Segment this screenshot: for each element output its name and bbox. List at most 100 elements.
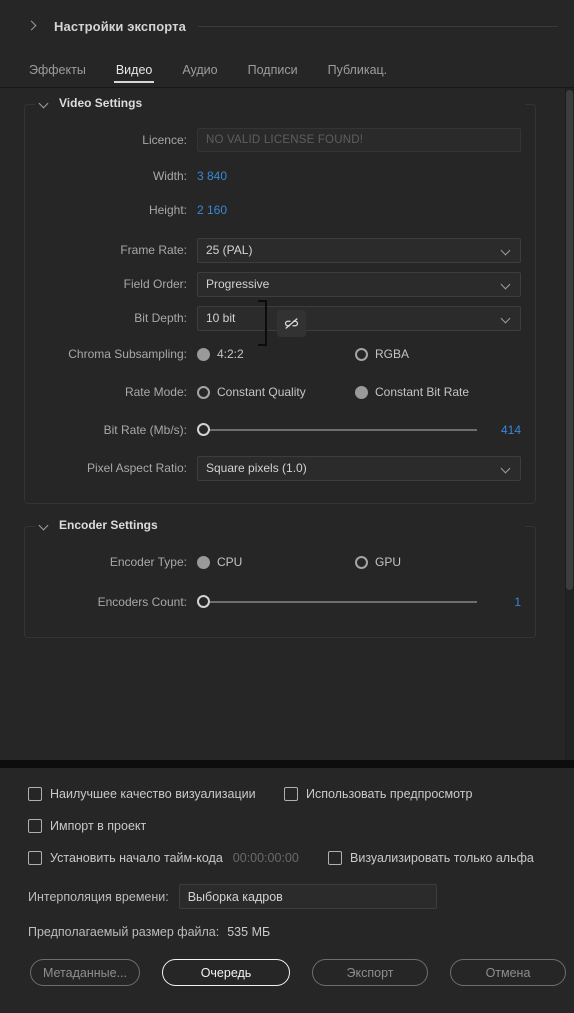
rate-mode-option-constant-quality[interactable]: Constant Quality	[197, 385, 355, 399]
radio-dot-icon	[355, 555, 368, 569]
field-order-row: Field Order: Progressive	[25, 269, 535, 299]
time-interpolation-row: Интерполяция времени: Выборка кадров	[0, 884, 574, 909]
checkbox-render-alpha-only[interactable]: Визуализировать только альфа	[328, 851, 534, 865]
pixel-aspect-ratio-value: Square pixels (1.0)	[206, 461, 307, 475]
chevron-down-icon[interactable]	[37, 97, 50, 110]
chevron-down-icon	[502, 465, 511, 474]
scrollbar-thumb[interactable]	[566, 90, 573, 590]
checkbox-best-render-quality[interactable]: Наилучшее качество визуализации	[28, 787, 284, 801]
bit-rate-label: Bit Rate (Mb/s):	[103, 423, 187, 437]
video-settings-header[interactable]: Video Settings	[35, 96, 525, 110]
radio-dot-icon	[355, 385, 368, 399]
rate-mode-option-constant-quality-label: Constant Quality	[217, 385, 306, 399]
field-order-select[interactable]: Progressive	[197, 271, 521, 297]
rate-mode-label: Rate Mode:	[124, 385, 187, 399]
estimated-file-size-value: 535 МБ	[227, 925, 271, 939]
width-value[interactable]: 3 840	[197, 169, 227, 183]
action-button-row: Метаданные... Очередь Экспорт Отмена	[0, 959, 574, 986]
pixel-aspect-ratio-row: Pixel Aspect Ratio: Square pixels (1.0)	[25, 453, 535, 483]
field-order-value: Progressive	[206, 277, 270, 291]
time-interpolation-value: Выборка кадров	[187, 889, 283, 904]
width-row: Width: 3 840	[25, 159, 535, 193]
time-interpolation-select[interactable]: Выборка кадров	[178, 884, 437, 909]
estimated-file-size-row: Предполагаемый размер файла: 535 МБ	[0, 925, 574, 939]
chevron-down-icon	[502, 247, 511, 256]
video-settings-group: Video Settings Licence: NO VALID LICENSE…	[24, 96, 536, 504]
checkbox-set-start-timecode[interactable]: Установить начало тайм-кода 00:00:00:00	[28, 851, 328, 865]
encoder-settings-title: Encoder Settings	[59, 518, 158, 532]
tab-audio[interactable]: Аудио	[167, 52, 232, 87]
chevron-right-icon[interactable]	[26, 19, 40, 33]
checkbox-use-preview-label: Использовать предпросмотр	[306, 787, 473, 801]
chroma-subsampling-label: Chroma Subsampling:	[68, 347, 187, 361]
render-options-row-3: Установить начало тайм-кода 00:00:00:00 …	[0, 848, 574, 868]
rate-mode-option-constant-bit-rate[interactable]: Constant Bit Rate	[355, 385, 469, 399]
cancel-button[interactable]: Отмена	[450, 959, 566, 986]
encoders-count-slider[interactable]	[197, 594, 477, 610]
radio-dot-icon	[197, 347, 210, 361]
width-label: Width:	[152, 169, 187, 183]
pixel-aspect-ratio-label: Pixel Aspect Ratio:	[86, 461, 187, 475]
encoder-settings-header[interactable]: Encoder Settings	[35, 518, 525, 532]
bit-rate-value[interactable]: 414	[477, 423, 521, 437]
bit-rate-slider[interactable]	[197, 422, 477, 438]
export-button[interactable]: Экспорт	[312, 959, 428, 986]
metadata-button[interactable]: Метаданные...	[30, 959, 140, 986]
chroma-option-rgba-label: RGBA	[375, 347, 410, 361]
queue-button[interactable]: Очередь	[162, 959, 290, 986]
unlink-dimensions-button[interactable]	[277, 310, 306, 337]
height-row: Height: 2 160	[25, 193, 535, 227]
settings-scroll-area: Video Settings Licence: NO VALID LICENSE…	[0, 88, 574, 760]
encoder-type-option-gpu-label: GPU	[375, 555, 402, 569]
estimated-file-size-label: Предполагаемый размер файла:	[28, 925, 220, 939]
licence-field: NO VALID LICENSE FOUND!	[197, 128, 521, 152]
encoder-type-label: Encoder Type:	[109, 555, 187, 569]
rate-mode-option-constant-bit-rate-label: Constant Bit Rate	[375, 385, 470, 399]
checkbox-set-start-timecode-label: Установить начало тайм-кода	[50, 851, 223, 865]
chevron-down-icon	[502, 315, 511, 324]
tab-effects[interactable]: Эффекты	[14, 52, 101, 87]
chroma-subsampling-row: Chroma Subsampling: 4:2:2 RGBA	[25, 339, 535, 369]
tab-captions[interactable]: Подписи	[233, 52, 313, 87]
video-settings-title: Video Settings	[59, 96, 143, 110]
chroma-option-rgba[interactable]: RGBA	[355, 347, 409, 361]
chevron-down-icon	[502, 281, 511, 290]
start-timecode-value[interactable]: 00:00:00:00	[233, 851, 299, 865]
radio-dot-icon	[197, 385, 210, 399]
checkbox-use-preview[interactable]: Использовать предпросмотр	[284, 787, 472, 801]
export-options-panel: Наилучшее качество визуализации Использо…	[0, 768, 574, 1013]
encoder-type-option-cpu[interactable]: CPU	[197, 555, 355, 569]
time-interpolation-label: Интерполяция времени:	[28, 889, 169, 904]
licence-row: Licence: NO VALID LICENSE FOUND!	[25, 125, 535, 155]
render-options-row-2: Импорт в проект	[0, 816, 574, 836]
tab-bar: Эффекты Видео Аудио Подписи Публикац.	[0, 52, 574, 88]
vertical-scrollbar[interactable]	[565, 88, 574, 760]
radio-dot-icon	[197, 555, 210, 569]
encoder-type-option-gpu[interactable]: GPU	[355, 555, 401, 569]
panel-divider	[0, 760, 574, 768]
tab-publish[interactable]: Публикац.	[313, 52, 403, 87]
slider-track	[204, 601, 477, 603]
frame-rate-label: Frame Rate:	[120, 243, 187, 257]
checkbox-render-alpha-only-label: Визуализировать только альфа	[350, 851, 534, 865]
export-settings-header: Настройки экспорта	[0, 0, 574, 52]
chevron-down-icon[interactable]	[37, 519, 50, 532]
tab-video[interactable]: Видео	[101, 52, 168, 87]
page-title: Настройки экспорта	[54, 18, 186, 34]
bit-depth-select[interactable]: 10 bit	[197, 305, 521, 331]
bit-rate-row: Bit Rate (Mb/s): 414	[25, 415, 535, 445]
checkbox-icon	[28, 787, 42, 801]
slider-handle[interactable]	[197, 595, 210, 608]
header-rule	[197, 25, 558, 27]
pixel-aspect-ratio-select[interactable]: Square pixels (1.0)	[197, 455, 521, 481]
encoders-count-value[interactable]: 1	[477, 595, 521, 609]
frame-rate-select[interactable]: 25 (PAL)	[197, 237, 521, 263]
slider-handle[interactable]	[197, 423, 210, 436]
checkbox-best-render-quality-label: Наилучшее качество визуализации	[50, 787, 256, 801]
checkbox-import-into-project[interactable]: Импорт в проект	[28, 819, 146, 833]
slider-track	[204, 429, 477, 431]
render-options-row-1: Наилучшее качество визуализации Использо…	[0, 784, 574, 804]
height-value[interactable]: 2 160	[197, 203, 227, 217]
height-label: Height:	[148, 203, 187, 217]
chroma-option-422[interactable]: 4:2:2	[197, 347, 355, 361]
